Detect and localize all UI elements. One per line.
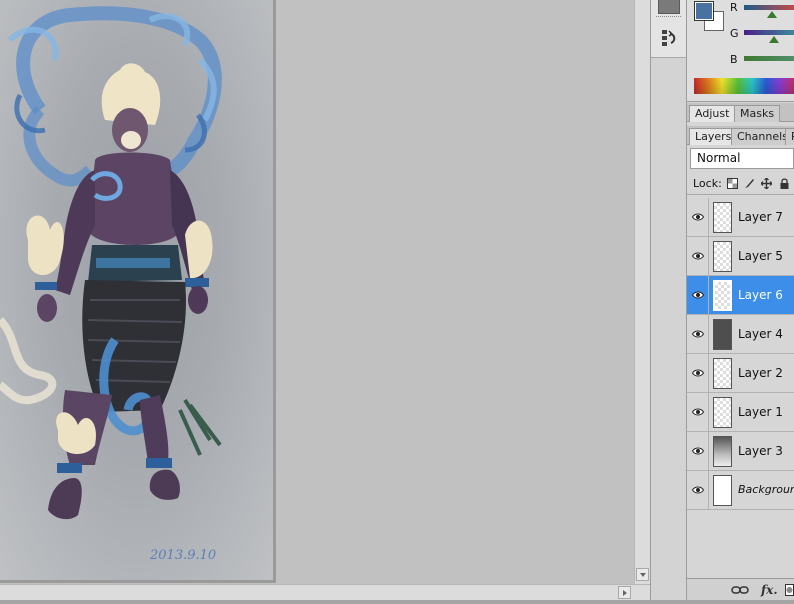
status-bar xyxy=(0,600,794,604)
layer-name: Layer 3 xyxy=(738,444,783,458)
adjust-tabs: Adjust Masks xyxy=(687,103,794,122)
layer-name: Background xyxy=(738,483,794,496)
row-divider xyxy=(708,471,709,509)
visibility-eye-icon[interactable] xyxy=(692,328,704,340)
horizontal-scrollbar[interactable] xyxy=(0,584,650,600)
channel-b-slider[interactable] xyxy=(744,56,794,61)
layer-row[interactable]: Layer 3 xyxy=(687,432,794,471)
grip-dots xyxy=(656,16,681,18)
layer-row[interactable]: Layer 1 xyxy=(687,393,794,432)
row-divider xyxy=(708,237,709,275)
layer-name: Layer 5 xyxy=(738,249,783,263)
layers-panel-footer: fx. xyxy=(687,578,794,600)
canvas-shadow-bottom xyxy=(0,580,276,583)
row-divider xyxy=(708,432,709,470)
row-divider xyxy=(708,354,709,392)
lock-transparency-icon[interactable] xyxy=(727,178,738,189)
tab-adjust[interactable]: Adjust xyxy=(689,105,736,122)
vertical-scrollbar[interactable] xyxy=(634,0,650,584)
layer-row[interactable]: Layer 7 xyxy=(687,198,794,237)
tool-panel-button[interactable] xyxy=(658,0,680,14)
channel-r-thumb[interactable] xyxy=(767,11,777,18)
visibility-eye-icon[interactable] xyxy=(692,406,704,418)
layer-name: Layer 6 xyxy=(738,288,783,302)
layers-list: Layer 7 Layer 5 Layer 6 Layer 4 Layer 2 … xyxy=(687,198,794,510)
channel-r-label: R xyxy=(730,1,738,14)
color-panel: R G B xyxy=(687,0,794,102)
layer-name: Layer 7 xyxy=(738,210,783,224)
layer-thumbnail xyxy=(713,397,732,428)
scroll-right-button[interactable] xyxy=(618,586,631,599)
channel-g-label: G xyxy=(730,27,739,40)
visibility-eye-icon[interactable] xyxy=(692,484,704,496)
row-divider xyxy=(708,315,709,353)
right-panel: R G B Adjust Masks Layers Channels Paths… xyxy=(687,0,794,600)
row-divider xyxy=(708,198,709,236)
canvas-shadow-right xyxy=(273,0,276,582)
visibility-eye-icon[interactable] xyxy=(692,211,704,223)
layer-thumbnail xyxy=(713,280,732,311)
document-canvas[interactable]: 2013.9.10 xyxy=(0,0,273,580)
layer-name: Layer 4 xyxy=(738,327,783,341)
channel-g-slider[interactable] xyxy=(744,30,794,35)
channel-r-slider[interactable] xyxy=(744,5,794,10)
canvas-workspace[interactable]: 2013.9.10 xyxy=(0,0,634,584)
visibility-eye-icon[interactable] xyxy=(692,289,704,301)
history-tool-icon[interactable] xyxy=(658,28,680,48)
scroll-down-button[interactable] xyxy=(636,568,649,581)
visibility-eye-icon[interactable] xyxy=(692,250,704,262)
app-window: 2013.9.10 R G B Adjust Masks Layers Chan… xyxy=(0,0,794,604)
layer-row[interactable]: Background xyxy=(687,471,794,510)
lock-label: Lock: xyxy=(693,177,722,190)
panel-dock-icons xyxy=(650,0,687,600)
lock-all-icon[interactable] xyxy=(779,178,790,189)
layer-thumbnail xyxy=(713,319,732,350)
tab-paths[interactable]: Paths xyxy=(785,128,794,145)
tab-masks[interactable]: Masks xyxy=(734,105,781,122)
link-icon[interactable] xyxy=(731,585,749,595)
layer-row[interactable]: Layer 2 xyxy=(687,354,794,393)
foreground-color-swatch[interactable] xyxy=(694,1,714,21)
artist-signature: 2013.9.10 xyxy=(150,548,217,563)
layer-tabs: Layers Channels Paths xyxy=(687,126,794,145)
lock-position-icon[interactable] xyxy=(761,178,772,189)
layer-row[interactable]: Layer 5 xyxy=(687,237,794,276)
color-spectrum-bar[interactable] xyxy=(694,78,794,94)
blend-mode-select[interactable]: Normal xyxy=(690,148,794,169)
layer-name: Layer 1 xyxy=(738,405,783,419)
visibility-eye-icon[interactable] xyxy=(692,367,704,379)
lock-row: Lock: xyxy=(687,173,794,195)
layer-thumbnail xyxy=(713,436,732,467)
channel-g-thumb[interactable] xyxy=(769,36,779,43)
layer-mask-icon[interactable] xyxy=(785,584,794,596)
layer-thumbnail xyxy=(713,358,732,389)
layer-thumbnail xyxy=(713,202,732,233)
row-divider xyxy=(708,393,709,431)
layer-row-selected[interactable]: Layer 6 xyxy=(687,276,794,315)
visibility-eye-icon[interactable] xyxy=(692,445,704,457)
lock-pixels-icon[interactable] xyxy=(744,178,755,189)
fx-button[interactable]: fx. xyxy=(761,583,778,597)
layer-thumbnail xyxy=(713,241,732,272)
layer-name: Layer 2 xyxy=(738,366,783,380)
layer-thumbnail xyxy=(713,475,732,506)
channel-b-label: B xyxy=(730,53,738,66)
layer-row[interactable]: Layer 4 xyxy=(687,315,794,354)
row-divider xyxy=(708,276,709,314)
artwork-illustration xyxy=(0,6,222,520)
